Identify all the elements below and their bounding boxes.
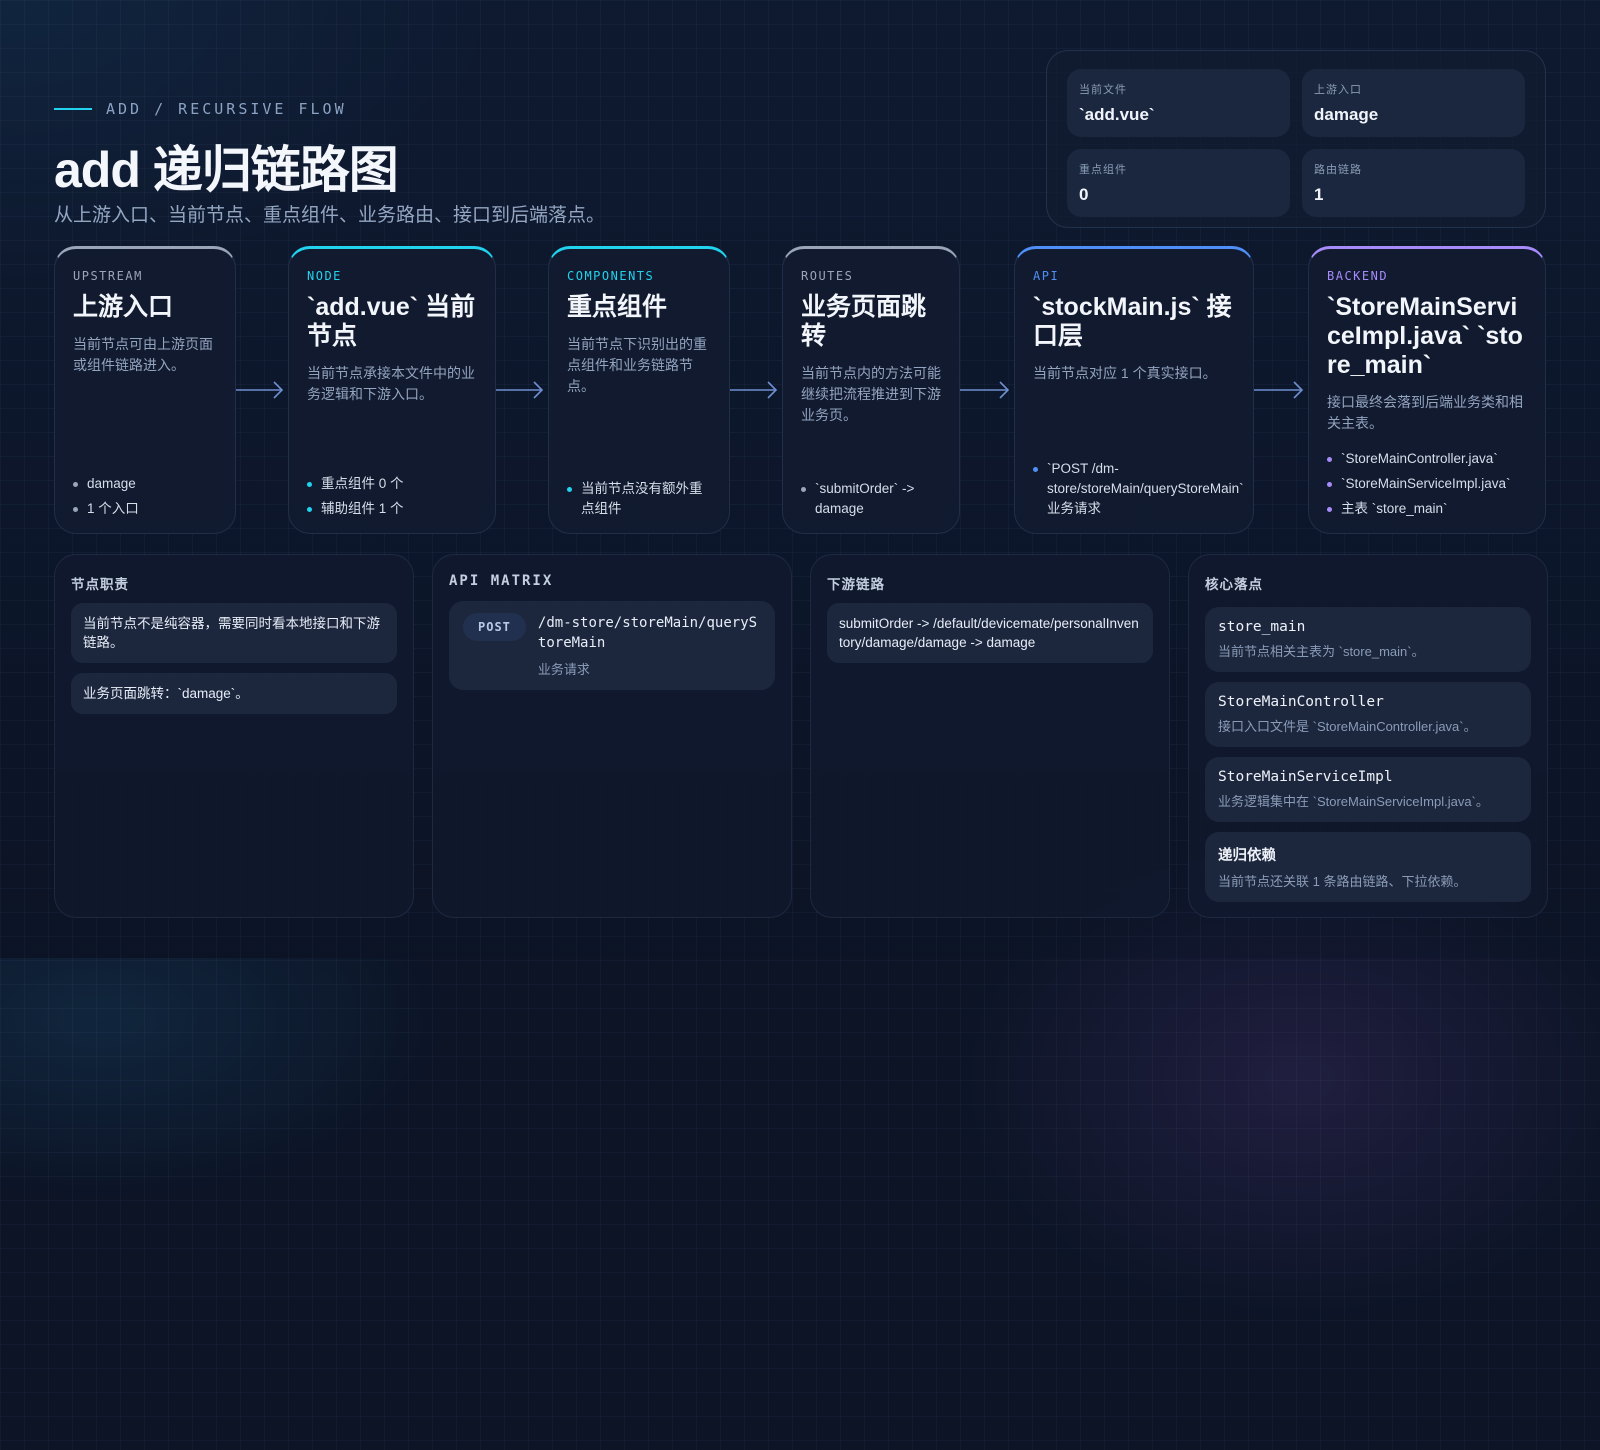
flow-title: `StoreMainServiceImpl.java` `store_main`: [1327, 293, 1523, 379]
flow-desc: 当前节点对应 1 个真实接口。: [1033, 365, 1217, 381]
list-item: `submitOrder` -> damage: [801, 479, 943, 519]
downstream-note: submitOrder -> /default/devicemate/perso…: [827, 603, 1153, 663]
panel-title: 下游链路: [827, 577, 885, 592]
landing-title: 递归依赖: [1218, 848, 1276, 864]
flow-card-node: NODE `add.vue` 当前节点 当前节点承接本文件中的业务逻辑和下游入口…: [288, 246, 496, 534]
flow-card-routes: ROUTES 业务页面跳转 当前节点内的方法可能继续把流程推进到下游业务页。 `…: [782, 246, 960, 534]
panel-downstream: 下游链路 submitOrder -> /default/devicemate/…: [810, 554, 1170, 918]
flow-desc: 当前节点内的方法可能继续把流程推进到下游业务页。: [801, 365, 941, 423]
panel-title: API MATRIX: [449, 573, 554, 589]
landing-desc: 当前节点还关联 1 条路由链路、下拉依赖。: [1218, 874, 1467, 889]
flow-card-api: API `stockMain.js` 接口层 当前节点对应 1 个真实接口。 `…: [1014, 246, 1254, 534]
stat-value: 0: [1079, 185, 1089, 204]
arrow-right-icon: [730, 381, 778, 399]
page-title: add 递归链路图: [54, 142, 399, 198]
landing-item: store_main 当前节点相关主表为 `store_main`。: [1205, 607, 1531, 672]
eyebrow-line: [54, 108, 92, 110]
list-item: 1 个入口: [73, 499, 219, 519]
arrow-right-icon: [496, 381, 544, 399]
flow-desc: 当前节点承接本文件中的业务逻辑和下游入口。: [307, 365, 475, 402]
panel-core-landing: 核心落点 store_main 当前节点相关主表为 `store_main`。 …: [1188, 554, 1548, 918]
list-item: `StoreMainServiceImpl.java`: [1327, 474, 1529, 494]
panel-node-duty: 节点职责 当前节点不是纯容器，需要同时看本地接口和下游链路。 业务页面跳转：`d…: [54, 554, 414, 918]
eyebrow: ADD / RECURSIVE FLOW: [54, 100, 347, 118]
panel-title: 节点职责: [71, 577, 129, 592]
list-item: `POST /dm-store/storeMain/queryStoreMain…: [1033, 459, 1244, 519]
landing-desc: 当前节点相关主表为 `store_main`。: [1218, 644, 1425, 659]
list-item: 当前节点没有额外重点组件: [567, 479, 713, 519]
panel-api-matrix: API MATRIX POST /dm-store/storeMain/quer…: [432, 554, 792, 918]
list-item: 主表 `store_main`: [1327, 499, 1529, 519]
api-row: POST /dm-store/storeMain/queryStoreMain …: [449, 601, 775, 690]
arrow-right-icon: [236, 381, 284, 399]
landing-item: 递归依赖 当前节点还关联 1 条路由链路、下拉依赖。: [1205, 832, 1531, 902]
flow-tag: ROUTES: [801, 269, 854, 283]
list-item: damage: [73, 474, 219, 494]
stat-components: 重点组件 0: [1067, 149, 1290, 217]
landing-title: StoreMainServiceImpl: [1218, 769, 1393, 785]
flow-title: `add.vue` 当前节点: [307, 293, 476, 350]
arrow-right-icon: [960, 381, 1010, 399]
flow-tag: API: [1033, 269, 1060, 283]
stat-value: 1: [1314, 185, 1324, 204]
list-item: 重点组件 0 个: [307, 474, 479, 494]
stat-value: damage: [1314, 105, 1379, 124]
panel-title: 核心落点: [1205, 577, 1263, 592]
flow-title: 重点组件: [567, 293, 668, 321]
flow-title: `stockMain.js` 接口层: [1033, 293, 1232, 350]
stat-value: `add.vue`: [1079, 105, 1155, 124]
landing-item: StoreMainServiceImpl 业务逻辑集中在 `StoreMainS…: [1205, 757, 1531, 822]
flow-list: `POST /dm-store/storeMain/queryStoreMain…: [1033, 454, 1244, 519]
flow-tag: UPSTREAM: [73, 269, 143, 283]
eyebrow-text: ADD / RECURSIVE FLOW: [106, 100, 347, 118]
page-subtitle: 从上游入口、当前节点、重点组件、业务路由、接口到后端落点。: [54, 205, 606, 226]
duty-note: 业务页面跳转：`damage`。: [71, 673, 397, 714]
flow-list: 当前节点没有额外重点组件: [567, 474, 713, 519]
flow-card-upstream: UPSTREAM 上游入口 当前节点可由上游页面或组件链路进入。 damage …: [54, 246, 236, 534]
flow-tag: COMPONENTS: [567, 269, 655, 283]
bottom-background: [0, 958, 1600, 1450]
duty-note: 当前节点不是纯容器，需要同时看本地接口和下游链路。: [71, 603, 397, 663]
list-item: 辅助组件 1 个: [307, 499, 479, 519]
flow-desc: 当前节点下识别出的重点组件和业务链路节点。: [567, 336, 707, 394]
list-item: `StoreMainController.java`: [1327, 449, 1529, 469]
flow-tag: NODE: [307, 269, 342, 283]
flow-list: `StoreMainController.java` `StoreMainSer…: [1327, 444, 1529, 519]
flow-desc: 接口最终会落到后端业务类和相关主表。: [1327, 394, 1523, 431]
flow-title: 业务页面跳转: [801, 293, 927, 350]
arrow-right-icon: [1254, 381, 1304, 399]
stat-label: 上游入口: [1314, 84, 1362, 96]
flow-list: `submitOrder` -> damage: [801, 474, 943, 519]
api-info: /dm-store/storeMain/queryStoreMain 业务请求: [538, 613, 761, 678]
stats-panel: 当前文件 `add.vue` 上游入口 damage 重点组件 0 路由链路 1: [1046, 50, 1546, 228]
stat-label: 重点组件: [1079, 164, 1127, 176]
method-badge: POST: [463, 613, 526, 641]
flow-title: 上游入口: [73, 293, 174, 321]
flow-card-components: COMPONENTS 重点组件 当前节点下识别出的重点组件和业务链路节点。 当前…: [548, 246, 730, 534]
landing-desc: 业务逻辑集中在 `StoreMainServiceImpl.java`。: [1218, 794, 1489, 809]
flow-tag: BACKEND: [1327, 269, 1389, 283]
api-path: /dm-store/storeMain/queryStoreMain: [537, 615, 758, 651]
flow-list: damage 1 个入口: [73, 469, 219, 519]
stat-upstream: 上游入口 damage: [1302, 69, 1525, 137]
stat-routes: 路由链路 1: [1302, 149, 1525, 217]
landing-title: store_main: [1218, 619, 1306, 635]
landing-item: StoreMainController 接口入口文件是 `StoreMainCo…: [1205, 682, 1531, 747]
flow-list: 重点组件 0 个 辅助组件 1 个: [307, 469, 479, 519]
stat-label: 当前文件: [1079, 84, 1127, 96]
flow-desc: 当前节点可由上游页面或组件链路进入。: [73, 336, 213, 373]
flow-card-backend: BACKEND `StoreMainServiceImpl.java` `sto…: [1308, 246, 1546, 534]
stat-label: 路由链路: [1314, 164, 1362, 176]
landing-desc: 接口入口文件是 `StoreMainController.java`。: [1218, 719, 1477, 734]
stat-current-file: 当前文件 `add.vue`: [1067, 69, 1290, 137]
landing-title: StoreMainController: [1218, 694, 1384, 710]
api-note: 业务请求: [537, 662, 590, 677]
